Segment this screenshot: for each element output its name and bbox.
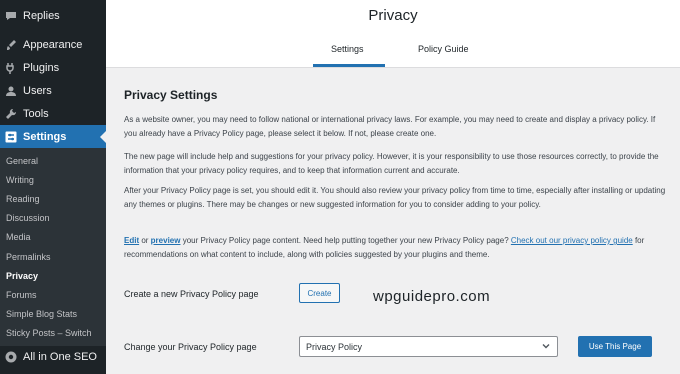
submenu-forums[interactable]: Forums [0,285,106,304]
sidebar-item-label: All in One SEO [23,350,97,363]
page-title: Privacy [368,7,418,24]
tab-policy-guide[interactable]: Policy Guide [418,44,469,54]
or-text: or [139,236,151,245]
wrench-icon [5,108,17,120]
edit-link[interactable]: Edit [124,236,139,245]
sidebar-item-users[interactable]: Users [0,79,106,102]
sidebar-item-settings[interactable]: Settings [0,125,106,148]
tab-settings[interactable]: Settings [331,44,364,54]
intro-paragraph: As a website owner, you may need to foll… [124,115,656,138]
settings-submenu: General Writing Reading Discussion Media… [0,148,106,346]
submenu-permalinks[interactable]: Permalinks [0,247,106,266]
paintbrush-icon [5,39,17,51]
sidebar-item-label: Users [23,84,52,97]
aioseo-icon [5,351,17,363]
sidebar-item-plugins[interactable]: Plugins [0,56,106,79]
submenu-discussion[interactable]: Discussion [0,209,106,228]
sidebar-item-label: Plugins [23,61,60,74]
privacy-policy-guide-link[interactable]: Check out our privacy policy guide [511,236,633,245]
comment-icon [5,10,17,22]
privacy-page-select[interactable]: Privacy Policy [299,336,558,357]
sidebar-item-label: Replies [23,10,60,22]
submenu-writing[interactable]: Writing [0,170,106,189]
use-this-page-button[interactable]: Use This Page [578,336,652,357]
sidebar-item-replies[interactable]: Replies [0,0,106,32]
page-header: Privacy Settings Policy Guide [106,0,680,68]
admin-sidebar: Replies Appearance Plugins Users Tools S… [0,0,106,374]
new-page-paragraph: The new page will include help and sugge… [124,152,659,175]
submenu-general[interactable]: General [0,151,106,170]
create-button[interactable]: Create [299,283,340,303]
sidebar-item-label: Tools [23,107,49,120]
privacy-settings-panel: Privacy Settings As a website owner, you… [106,68,680,374]
submenu-media[interactable]: Media [0,228,106,247]
chevron-down-icon [541,341,551,351]
change-page-label: Change your Privacy Policy page [124,342,257,352]
watermark: wpguidepro.com [373,288,491,305]
sidebar-item-appearance[interactable]: Appearance [0,33,106,56]
submenu-simple-blog-stats[interactable]: Simple Blog Stats [0,305,106,324]
preview-link[interactable]: preview [151,236,181,245]
sidebar-item-label: Appearance [23,38,83,51]
submenu-privacy[interactable]: Privacy [0,266,106,285]
sidebar-item-label: Settings [23,130,67,143]
after-set-paragraph: After your Privacy Policy page is set, y… [124,186,666,209]
user-icon [5,85,17,97]
help-text: your Privacy Policy page content. Need h… [180,236,511,245]
edit-help-paragraph: Edit or preview your Privacy Policy page… [124,234,669,262]
sidebar-item-aioseo[interactable]: All in One SEO [0,346,106,368]
submenu-sticky-posts-switch[interactable]: Sticky Posts – Switch [0,324,106,343]
submenu-reading[interactable]: Reading [0,189,106,208]
settings-icon [5,131,17,143]
section-heading: Privacy Settings [124,88,218,102]
create-page-label: Create a new Privacy Policy page [124,289,259,299]
plug-icon [5,62,17,74]
select-value: Privacy Policy [306,341,363,352]
active-tab-indicator [313,64,385,67]
sidebar-item-tools[interactable]: Tools [0,102,106,125]
